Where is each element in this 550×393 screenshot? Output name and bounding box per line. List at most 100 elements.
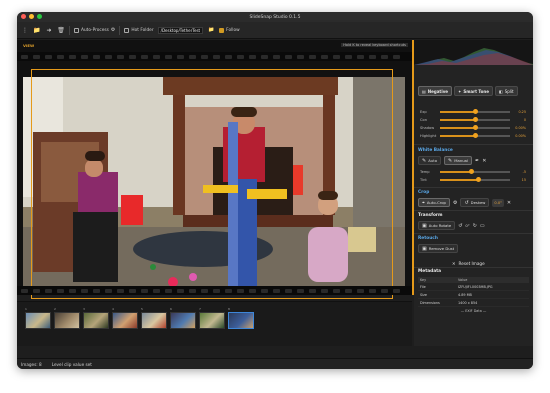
slider-row: Highlight 0.00% <box>420 133 528 139</box>
sidebar-toggle-icon[interactable]: ⋮ <box>21 26 29 34</box>
eyedropper-icon: ✎ <box>422 157 427 164</box>
slider-value: 15 <box>521 178 526 182</box>
thumbnail-item[interactable]: 4 <box>112 307 138 329</box>
wb-clear-icon[interactable]: ✕ <box>482 158 486 164</box>
retouch-controls: ▣ Remove Dust <box>418 244 459 253</box>
auto-crop-button[interactable]: ⌖ Auto-Crop <box>418 198 450 207</box>
minimize-window-button[interactable] <box>29 14 34 19</box>
section-divider <box>414 144 533 145</box>
slider-knob[interactable] <box>476 177 481 183</box>
split-icon: ◧ <box>498 88 503 94</box>
zoom-label: VIEW <box>23 43 35 48</box>
slider-track[interactable] <box>440 117 510 123</box>
app-window: SlideSnap Studio 0.1.5 ⋮ 📁 ➜ 🗑 Auto-Proc… <box>17 12 533 369</box>
slider-knob[interactable] <box>472 109 478 115</box>
slider-row: Temp -5 <box>420 169 528 175</box>
status-bar: Images: 8 Level clip value set <box>17 358 533 369</box>
white-balance-title: White Balance <box>418 148 453 153</box>
deskew-angle-value[interactable]: 0.0° <box>492 198 504 207</box>
crop-settings-icon[interactable]: ⚙ <box>453 200 457 206</box>
exif-data-toggle[interactable]: — EXIF Data — <box>418 307 529 315</box>
conversion-mode-row: ▤ Negative ✦ Smart Tone ◧ Split <box>418 86 518 96</box>
delete-icon[interactable]: 🗑 <box>57 26 65 34</box>
wb-auto-label: Auto <box>428 158 438 163</box>
slider-value: 0.00% <box>515 126 526 130</box>
thumbnail-image[interactable] <box>228 312 254 329</box>
slider-fill <box>440 171 472 173</box>
thumbnail-image[interactable] <box>199 312 225 329</box>
thumbnail-item[interactable]: 2 <box>54 307 80 329</box>
reset-image-label: Reset Image <box>458 261 485 266</box>
follow-checkbox[interactable] <box>219 27 225 33</box>
thumbnail-image[interactable] <box>83 312 109 329</box>
wb-manual-button[interactable]: ✎ Manual <box>444 156 473 165</box>
remove-dust-button[interactable]: ▣ Remove Dust <box>418 244 459 253</box>
slider-track[interactable] <box>440 169 510 175</box>
slider-track[interactable] <box>440 109 510 115</box>
metadata-value-header: Value <box>458 278 468 282</box>
auto-process-checkbox[interactable] <box>74 27 79 33</box>
split-view-button[interactable]: ◧ Split <box>494 86 518 96</box>
zoom-window-button[interactable] <box>37 14 42 19</box>
thumbnail-item[interactable]: 5 <box>141 307 167 329</box>
slider-knob[interactable] <box>472 125 478 131</box>
slider-knob[interactable] <box>472 133 478 139</box>
thumbnail-image[interactable] <box>141 312 167 329</box>
eyedropper-pick-icon[interactable]: ✒ <box>475 158 479 164</box>
thumbnail-image[interactable] <box>54 312 80 329</box>
auto-process-label: Auto-Process <box>81 27 109 33</box>
rotate-right-icon[interactable]: ↻ <box>473 223 477 229</box>
gear-icon[interactable]: ⚙ <box>111 27 115 33</box>
rotate-left-icon[interactable]: ↺ <box>458 223 462 229</box>
slider-track[interactable] <box>440 177 510 183</box>
slider-row: Shadow 0.00% <box>420 125 528 131</box>
transform-title: Transform <box>418 213 443 218</box>
slider-label: Tint <box>420 178 427 182</box>
open-folder-icon[interactable]: 📁 <box>33 26 41 34</box>
hot-folder-checkbox[interactable] <box>124 27 130 33</box>
thumbnail-item[interactable]: 3 <box>83 307 109 329</box>
auto-rotate-button[interactable]: ▣ Auto Rotate <box>418 221 456 230</box>
thumbnail-item[interactable]: 7 <box>199 307 225 329</box>
export-icon[interactable]: ➜ <box>45 26 53 34</box>
thumbnail-item[interactable]: 8 <box>228 307 254 329</box>
thumbnail-image[interactable] <box>25 312 51 329</box>
adjustments-panel: ▤ Negative ✦ Smart Tone ◧ Split Exp 0.25 C… <box>414 40 533 346</box>
slider-value: 0.25 <box>518 110 526 114</box>
hot-folder-path-field[interactable]: /Desktop/TetherTest <box>157 26 204 34</box>
negative-mode-button[interactable]: ▤ Negative <box>418 86 453 96</box>
thumbnail-image[interactable] <box>170 312 196 329</box>
follow-label: Follow <box>226 27 240 33</box>
slider-label: Con <box>420 118 427 122</box>
table-row: Dimensions 1400 x 854 <box>418 299 529 307</box>
slider-track[interactable] <box>440 133 510 139</box>
thumbnail-item[interactable]: 6 <box>170 307 196 329</box>
image-viewer[interactable]: VIEW Hold K to reveal keyboard shortcuts <box>17 40 412 299</box>
auto-process-toggle[interactable]: Auto-Process ⚙ <box>74 27 115 33</box>
section-divider <box>414 210 533 211</box>
thumbnail-image[interactable] <box>112 312 138 329</box>
wb-auto-button[interactable]: ✎ Auto <box>418 156 442 165</box>
deskew-button[interactable]: ↺ Deskew <box>460 198 490 207</box>
thumbnail-number: 8 <box>228 307 230 311</box>
flip-icon[interactable]: ▭ <box>480 223 485 229</box>
thumbnail-item[interactable]: 1 <box>25 307 51 329</box>
folder-browse-icon[interactable]: 📁 <box>207 26 215 34</box>
metadata-key: Size <box>420 292 427 297</box>
follow-toggle[interactable]: Follow <box>219 27 240 33</box>
slider-knob[interactable] <box>472 117 478 123</box>
section-divider <box>414 233 533 234</box>
section-divider <box>414 267 533 268</box>
metadata-value: IZFUJIFI-0003MB.JPG <box>458 284 493 289</box>
slider-knob[interactable] <box>469 169 474 175</box>
reset-image-button[interactable]: ✕ Reset Image <box>452 261 485 266</box>
remove-dust-label: Remove Dust <box>428 246 455 251</box>
slider-label: Temp <box>420 170 430 174</box>
smart-tone-button[interactable]: ✦ Smart Tone <box>454 86 493 96</box>
slider-track[interactable] <box>440 125 510 131</box>
image-icon: ▣ <box>422 222 427 229</box>
close-window-button[interactable] <box>21 14 26 19</box>
hot-folder-toggle[interactable]: Hot Folder <box>124 27 154 33</box>
film-icon: ▤ <box>422 88 426 94</box>
crop-clear-icon[interactable]: ✕ <box>507 200 511 206</box>
